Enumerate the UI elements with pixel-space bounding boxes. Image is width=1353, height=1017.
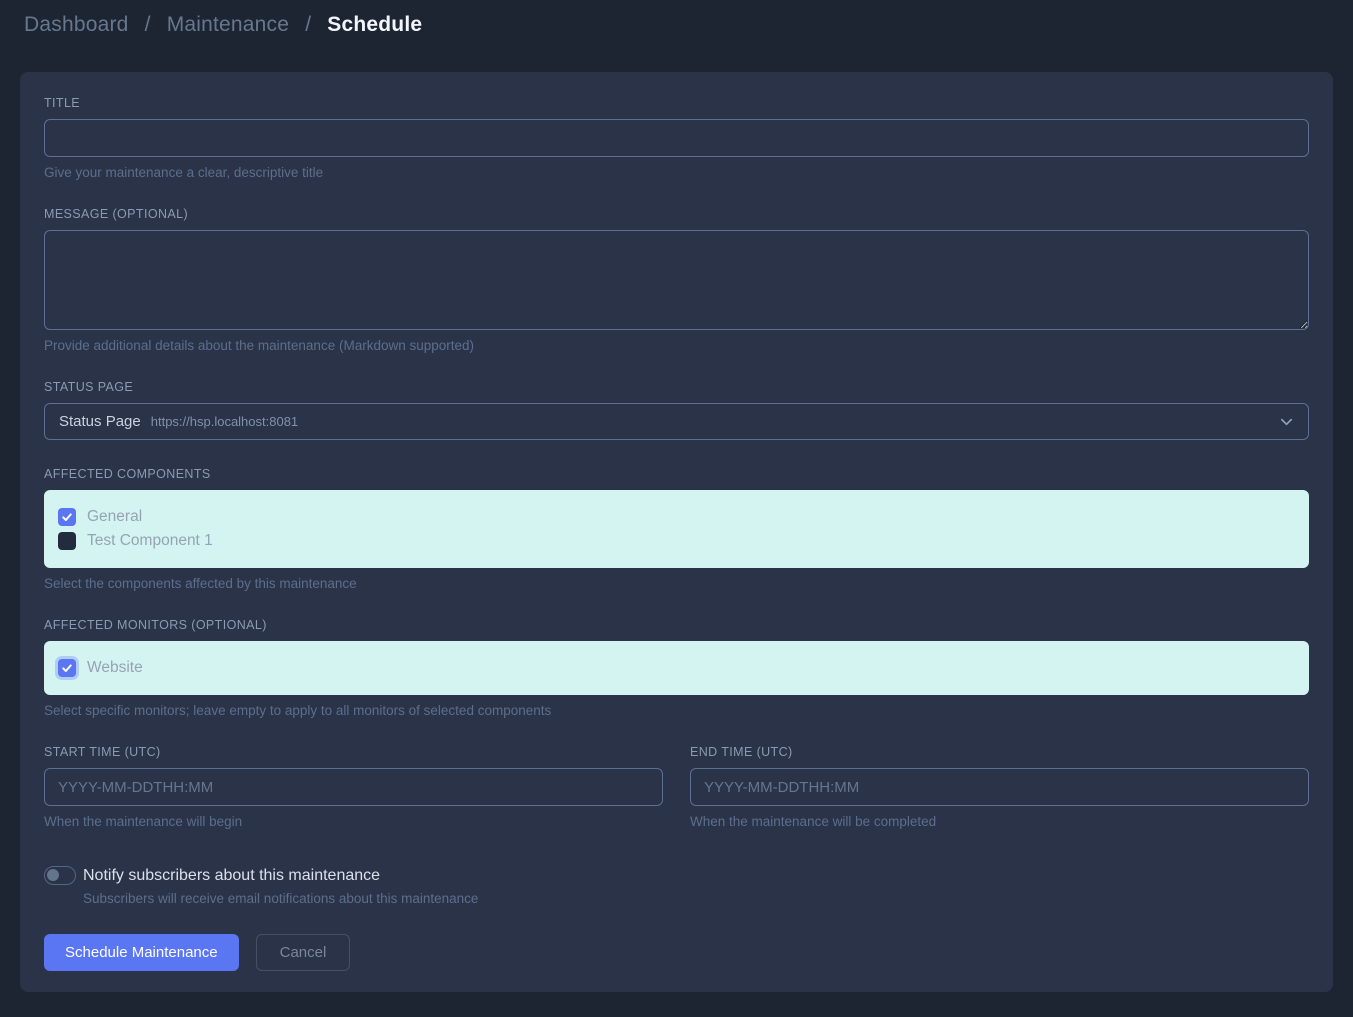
- component-option-label: General: [87, 508, 142, 526]
- breadcrumb-separator: /: [145, 13, 151, 36]
- cancel-button[interactable]: Cancel: [256, 934, 351, 971]
- notify-subscribers-helper-text: Subscribers will receive email notificat…: [83, 891, 1309, 906]
- status-page-label: STATUS PAGE: [44, 380, 1309, 394]
- notify-subscribers-label[interactable]: Notify subscribers about this maintenanc…: [83, 867, 380, 885]
- affected-monitors-label: AFFECTED MONITORS (OPTIONAL): [44, 618, 1309, 632]
- end-time-helper-text: When the maintenance will be completed: [690, 814, 1309, 829]
- notify-subscribers-section: Notify subscribers about this maintenanc…: [44, 866, 1309, 906]
- schedule-maintenance-form-card: TITLE Give your maintenance a clear, des…: [20, 72, 1333, 992]
- end-time-label: END TIME (UTC): [690, 745, 1309, 759]
- message-label: MESSAGE (OPTIONAL): [44, 207, 1309, 221]
- start-time-label: START TIME (UTC): [44, 745, 663, 759]
- form-actions: Schedule Maintenance Cancel: [44, 934, 1309, 971]
- affected-monitors-helper-text: Select specific monitors; leave empty to…: [44, 703, 1309, 718]
- start-time-input[interactable]: [44, 768, 663, 806]
- affected-monitors-field-group: AFFECTED MONITORS (OPTIONAL) Website Sel…: [44, 618, 1309, 718]
- component-option-label: Test Component 1: [87, 532, 213, 550]
- message-helper-text: Provide additional details about the mai…: [44, 338, 1309, 353]
- affected-components-label: AFFECTED COMPONENTS: [44, 467, 1309, 481]
- affected-monitors-list: Website: [44, 641, 1309, 695]
- message-field-group: MESSAGE (OPTIONAL) Provide additional de…: [44, 207, 1309, 353]
- component-option-test-component-1[interactable]: Test Component 1: [58, 529, 1295, 553]
- affected-components-field-group: AFFECTED COMPONENTS General Test Compone…: [44, 467, 1309, 591]
- title-input[interactable]: [44, 119, 1309, 157]
- component-option-general[interactable]: General: [58, 505, 1295, 529]
- affected-components-list: General Test Component 1: [44, 490, 1309, 568]
- monitor-option-label: Website: [87, 659, 143, 677]
- end-time-input[interactable]: [690, 768, 1309, 806]
- chevron-down-icon: [1279, 414, 1294, 429]
- status-page-field-group: STATUS PAGE Status Page https://hsp.loca…: [44, 380, 1309, 440]
- notify-subscribers-toggle[interactable]: [44, 866, 76, 885]
- title-label: TITLE: [44, 96, 1309, 110]
- status-page-selected-name: Status Page: [59, 413, 141, 430]
- checkbox-icon[interactable]: [58, 532, 76, 550]
- message-textarea[interactable]: [44, 230, 1309, 330]
- breadcrumb-maintenance[interactable]: Maintenance: [167, 13, 289, 36]
- time-fields-row: START TIME (UTC) When the maintenance wi…: [44, 745, 1309, 829]
- toggle-knob: [47, 869, 59, 881]
- start-time-helper-text: When the maintenance will begin: [44, 814, 663, 829]
- status-page-selected-url: https://hsp.localhost:8081: [151, 414, 298, 429]
- checkbox-icon[interactable]: [58, 659, 76, 677]
- breadcrumb-current-schedule: Schedule: [327, 13, 422, 36]
- checkbox-icon[interactable]: [58, 508, 76, 526]
- breadcrumb: Dashboard / Maintenance / Schedule: [24, 13, 422, 37]
- schedule-maintenance-button[interactable]: Schedule Maintenance: [44, 934, 239, 971]
- title-field-group: TITLE Give your maintenance a clear, des…: [44, 96, 1309, 180]
- end-time-field-group: END TIME (UTC) When the maintenance will…: [690, 745, 1309, 829]
- monitor-option-website[interactable]: Website: [58, 656, 1295, 680]
- breadcrumb-separator: /: [305, 13, 311, 36]
- affected-components-helper-text: Select the components affected by this m…: [44, 576, 1309, 591]
- status-page-select[interactable]: Status Page https://hsp.localhost:8081: [44, 403, 1309, 440]
- top-bar: Dashboard / Maintenance / Schedule: [0, 0, 1353, 50]
- start-time-field-group: START TIME (UTC) When the maintenance wi…: [44, 745, 663, 829]
- title-helper-text: Give your maintenance a clear, descripti…: [44, 165, 1309, 180]
- breadcrumb-dashboard[interactable]: Dashboard: [24, 13, 129, 36]
